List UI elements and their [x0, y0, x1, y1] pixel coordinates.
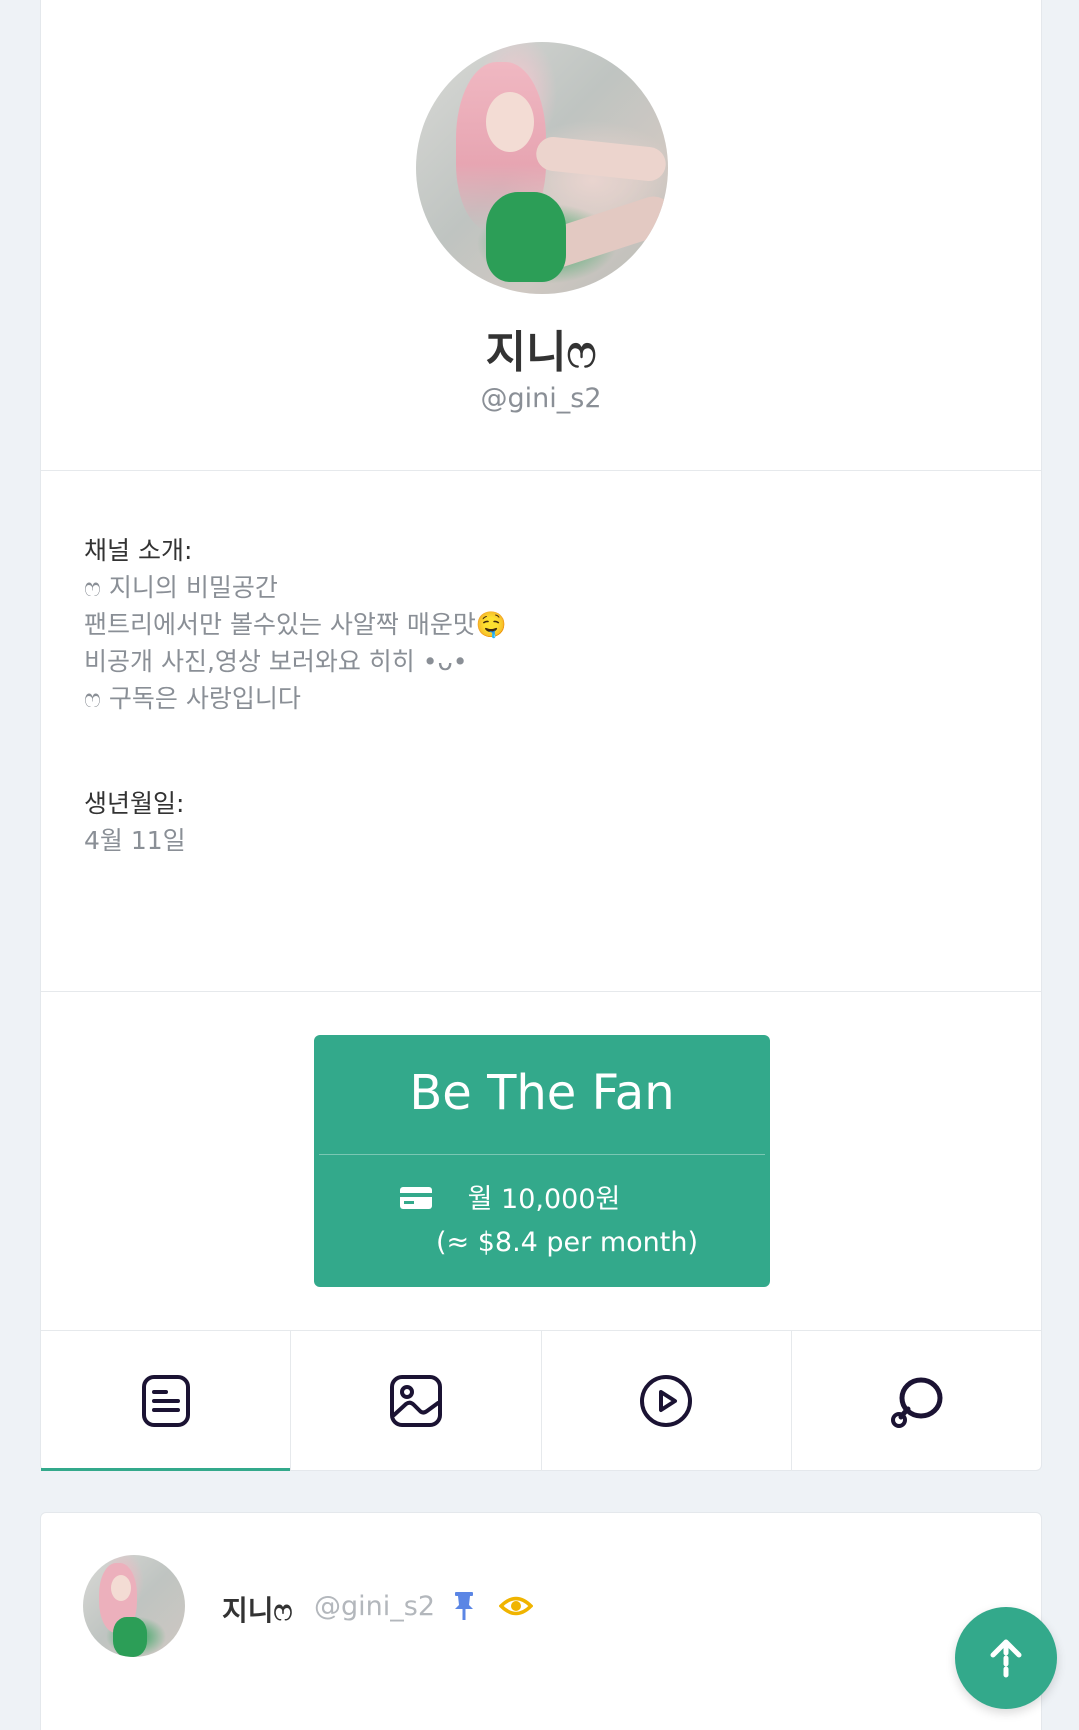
birthday-label: 생년월일: — [84, 789, 185, 818]
profile-header: 지니ෆ @gini_s2 — [41, 0, 1041, 471]
intro-line: 비공개 사진,영상 보러와요 히히 •ᴗ• — [84, 647, 468, 676]
subscribe-divider — [319, 1154, 765, 1155]
post-card: 지니ෆ @gini_s2 — [40, 1512, 1042, 1730]
birthday-value: 4월 11일 — [84, 826, 186, 855]
tab-posts[interactable] — [41, 1331, 292, 1471]
document-icon — [141, 1375, 190, 1427]
be-the-fan-button[interactable]: Be The Fan 월 10,000원 (≈ $8.4 per month) — [314, 1035, 770, 1287]
tab-photos[interactable] — [291, 1331, 542, 1471]
intro-label: 채널 소개: — [84, 536, 193, 565]
profile-bio: 채널 소개: ෆ 지니의 비밀공간 팬트리에서만 볼수있는 사알짝 매운맛🤤 비… — [41, 471, 1041, 992]
play-icon — [640, 1375, 693, 1427]
eye-icon — [499, 1596, 533, 1616]
content-tabs — [41, 1330, 1041, 1471]
tab-chat[interactable] — [792, 1331, 1041, 1471]
scroll-to-top-button[interactable] — [955, 1607, 1057, 1709]
post-author-avatar[interactable] — [83, 1555, 185, 1657]
subscribe-price: 월 10,000원 — [467, 1184, 621, 1215]
image-icon — [389, 1375, 442, 1427]
arrow-up-icon — [990, 1639, 1022, 1678]
profile-avatar[interactable] — [416, 42, 668, 294]
chat-bubbles-icon — [891, 1377, 943, 1428]
post-author-name[interactable]: 지니ෆ — [222, 1589, 292, 1629]
profile-name: 지니ෆ — [485, 327, 597, 378]
post-author-handle: @gini_s2 — [314, 1591, 435, 1622]
pin-icon — [455, 1592, 473, 1620]
page: 지니ෆ @gini_s2 채널 소개: ෆ 지니의 비밀공간 팬트리에서만 볼수… — [0, 0, 1079, 1730]
subscribe-title: Be The Fan — [409, 1065, 675, 1121]
tab-videos[interactable] — [542, 1331, 792, 1471]
profile-handle: @gini_s2 — [480, 383, 602, 414]
subscribe-section: Be The Fan 월 10,000원 (≈ $8.4 per month) — [41, 992, 1041, 1330]
intro-line: ෆ 구독은 사랑입니다 — [84, 684, 301, 713]
profile-card: 지니ෆ @gini_s2 채널 소개: ෆ 지니의 비밀공간 팬트리에서만 볼수… — [40, 0, 1042, 1471]
subscribe-usd: (≈ $8.4 per month) — [435, 1227, 699, 1258]
intro-line: ෆ 지니의 비밀공간 — [84, 573, 278, 602]
intro-line: 팬트리에서만 볼수있는 사알짝 매운맛🤤 — [84, 610, 507, 639]
